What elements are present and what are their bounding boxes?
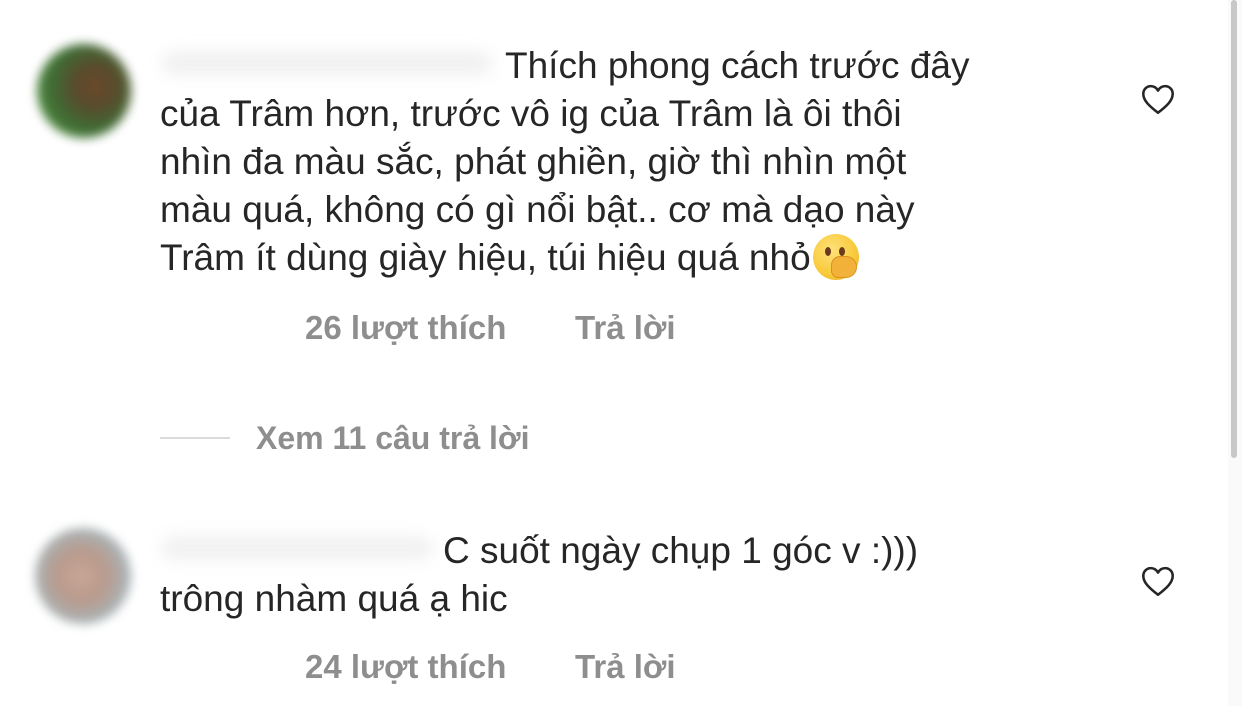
avatar[interactable]: [37, 44, 131, 138]
scrollbar-thumb[interactable]: [1231, 0, 1237, 458]
view-replies-button[interactable]: Xem 11 câu trả lời: [160, 418, 530, 458]
scrollbar[interactable]: [1228, 0, 1242, 706]
likes-count[interactable]: 26 lượt thích: [305, 309, 575, 347]
comment-meta: 24 lượt thích Trả lời: [305, 647, 676, 687]
heart-outline-icon[interactable]: [1140, 81, 1176, 117]
view-replies-label: Xem 11 câu trả lời: [256, 419, 530, 456]
likes-count[interactable]: 24 lượt thích: [305, 648, 575, 686]
reply-button[interactable]: Trả lời: [575, 309, 676, 347]
comments-panel: Thích phong cách trước đây của Trâm hơn,…: [0, 0, 1242, 706]
avatar[interactable]: [35, 528, 131, 624]
replies-divider: [160, 437, 230, 439]
reply-button[interactable]: Trả lời: [575, 648, 676, 686]
comment-meta: 26 lượt thích Trả lời: [305, 308, 676, 348]
comment-text: C suốt ngày chụp 1 góc v :))) trông nhàm…: [160, 530, 919, 619]
heart-outline-icon[interactable]: [1140, 563, 1176, 599]
face-with-hand-over-mouth-emoji: [812, 234, 859, 280]
comment-text: Thích phong cách trước đây của Trâm hơn,…: [160, 42, 1070, 282]
